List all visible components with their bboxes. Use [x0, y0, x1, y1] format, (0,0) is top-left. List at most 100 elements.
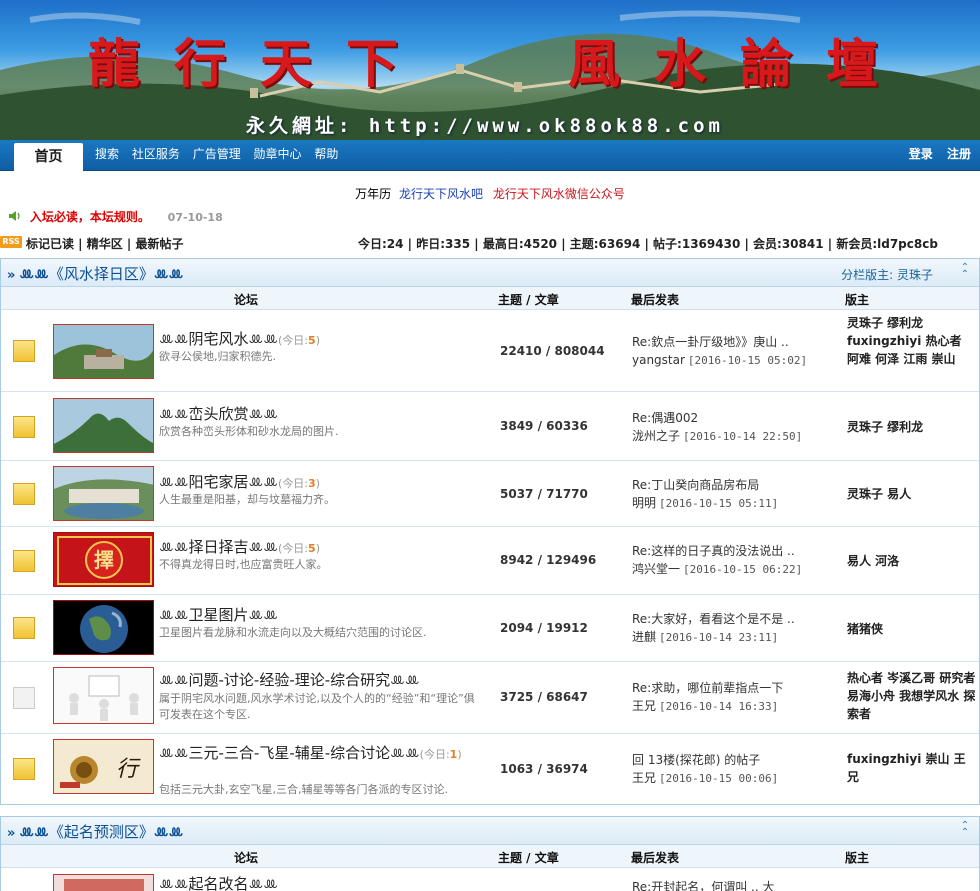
section-moderator: 分栏版主: 灵珠子	[841, 266, 933, 283]
decor-icon: ꔛꔛ	[390, 744, 420, 762]
decor-icon: ꔛꔛ	[248, 606, 279, 624]
forum-row[interactable]: ꔛꔛ阳宅家居ꔛꔛ(今日:3) 人生最重是阳基，却与坟墓福力齐。 5037 / 7…	[1, 461, 979, 527]
section-title-text[interactable]: 《起名预测区》	[49, 823, 154, 841]
last-post-user[interactable]: 泷州之子	[632, 429, 680, 443]
forum-row[interactable]: 擇 ꔛꔛ择日择吉ꔛꔛ(今日:5) 不得真龙得日时,也应富贵旺人家。 8942 /…	[1, 527, 979, 595]
last-post-user[interactable]: 王兄	[632, 771, 656, 785]
forum-name[interactable]: 起名改名	[189, 875, 249, 891]
login-link[interactable]: 登录	[909, 147, 933, 161]
register-link[interactable]: 注册	[947, 147, 971, 161]
forum-counts: 1063 / 36974	[500, 762, 588, 776]
forum-thumbnail[interactable]	[53, 600, 154, 655]
decor-icon: ꔛꔛ	[248, 538, 279, 556]
nav-search-link[interactable]: 搜索	[95, 147, 119, 161]
forum-description: 欣赏各种峦头形体和砂水龙局的图片.	[159, 425, 339, 438]
forum-row[interactable]: ꔛꔛ问题-讨论-经验-理论-综合研究ꔛꔛ 属于阴宅风水问题,风水学术讨论,以及个…	[1, 662, 979, 734]
section-title[interactable]: » ꔛꔛ《风水择日区》ꔛꔛ	[7, 263, 183, 284]
moderator-link[interactable]: 灵珠子	[897, 268, 933, 282]
forum-title[interactable]: ꔛꔛ三元-三合-飞星-辅星-综合讨论ꔛꔛ(今日:1)	[159, 742, 479, 763]
decor-icon: ꔛꔛ	[248, 330, 279, 348]
forum-thumbnail[interactable]	[53, 324, 154, 379]
forum-name[interactable]: 问题-讨论-经验-理论-综合研究	[189, 671, 391, 689]
calendar-link[interactable]: 万年历	[355, 187, 391, 201]
col-counts: 主题 / 文章	[498, 293, 559, 307]
rss-icon[interactable]: RSS	[0, 236, 22, 248]
last-post-title[interactable]: Re:偶遇002	[632, 409, 802, 427]
forum-row[interactable]: ꔛꔛ阴宅风水ꔛꔛ(今日:5) 欲寻公侯地,归家积德先. 22410 / 8080…	[1, 310, 979, 392]
forum-name[interactable]: 峦头欣赏	[189, 405, 249, 423]
nav-help-link[interactable]: 帮助	[314, 147, 338, 161]
svg-text:擇: 擇	[94, 548, 114, 572]
collapse-icon[interactable]: ⌃ ⌃	[959, 263, 971, 280]
last-post-user[interactable]: 明明	[632, 496, 656, 510]
nav-community-link[interactable]: 社区服务	[132, 147, 180, 161]
decor-icon: ꔛꔛ	[248, 473, 279, 491]
last-post-title[interactable]: Re:大家好，看看这个是不是 ..	[632, 610, 795, 628]
forum-thumbnail[interactable]	[53, 874, 154, 891]
collapse-icon[interactable]: ⌃ ⌃	[959, 821, 971, 838]
section-title[interactable]: » ꔛꔛ《起名预测区》ꔛꔛ	[7, 821, 183, 842]
forum-moderators[interactable]: 易人 河洛	[847, 552, 977, 570]
last-post-user[interactable]: yangstar	[632, 353, 685, 367]
today-label: 今日:	[423, 748, 450, 761]
quick-links[interactable]: 标记已读 | 精华区 | 最新帖子	[26, 235, 183, 252]
forum-title[interactable]: ꔛꔛ阳宅家居ꔛꔛ(今日:3)	[159, 471, 320, 492]
speaker-icon	[9, 211, 20, 221]
last-post-user[interactable]: 鸿兴堂一	[632, 562, 680, 576]
forum-name[interactable]: 阳宅家居	[189, 473, 249, 491]
forum-moderators[interactable]: 灵珠子 缪利龙	[847, 418, 977, 436]
last-post-user[interactable]: 王兄	[632, 699, 656, 713]
forum-row[interactable]: ꔛꔛ峦头欣赏ꔛꔛ 欣赏各种峦头形体和砂水龙局的图片. 3849 / 60336 …	[1, 392, 979, 461]
last-post-time: [2016-10-15 05:11]	[659, 497, 779, 510]
forum-thumbnail[interactable]	[53, 398, 154, 453]
forum-title[interactable]: ꔛꔛ峦头欣赏ꔛꔛ	[159, 403, 278, 424]
header-banner: 龍行天下 風水論壇 永久網址: http://www.ok88ok88.com	[0, 0, 980, 140]
forum-name[interactable]: 三元-三合-飞星-辅星-综合讨论	[189, 744, 391, 762]
forum-row[interactable]: ꔛꔛ起名改名ꔛꔛ Re:开封起名，何谓叫 .. 大	[1, 868, 979, 891]
forum-title[interactable]: ꔛꔛ卫星图片ꔛꔛ	[159, 604, 278, 625]
nav-medals-link[interactable]: 勋章中心	[254, 147, 302, 161]
forum-moderators[interactable]: 热心者 岑溪乙哥 研究者 易海小舟 我想学风水 探索者	[847, 669, 977, 723]
last-post-title[interactable]: 回 13楼(探花郎) 的帖子	[632, 751, 778, 769]
forum-thumbnail[interactable]	[53, 466, 154, 521]
decor-icon: ꔛꔛ	[159, 330, 189, 348]
forum-moderators[interactable]: 猪猪侠	[847, 620, 977, 638]
forum-moderators[interactable]: 灵珠子 易人	[847, 485, 977, 503]
forum-thumbnail[interactable]: 行	[53, 739, 154, 794]
last-post: Re:这样的日子真的没法说出 .. 鸿兴堂一 [2016-10-15 06:22]	[632, 542, 802, 579]
forum-title[interactable]: ꔛꔛ阴宅风水ꔛꔛ(今日:5)	[159, 328, 320, 349]
nav-home-tab[interactable]: 首页	[14, 143, 83, 171]
forum-description: 卫星图片看龙脉和水流走向以及大概结穴范围的讨论区.	[159, 626, 427, 639]
forum-moderators[interactable]: 灵珠子 缪利龙 fuxingzhiyi 热心者 阿难 何泽 江雨 崇山	[847, 314, 977, 368]
forum-thumbnail[interactable]	[53, 667, 154, 724]
section-title-text[interactable]: 《风水择日区》	[49, 265, 154, 283]
nav-ads-link[interactable]: 广告管理	[193, 147, 241, 161]
forum-title[interactable]: ꔛꔛ问题-讨论-经验-理论-综合研究ꔛꔛ	[159, 669, 420, 690]
forum-thumbnail[interactable]: 擇	[53, 532, 154, 587]
forum-row[interactable]: 行 ꔛꔛ三元-三合-飞星-辅星-综合讨论ꔛꔛ(今日:1) 包括三元大卦,玄空飞星…	[1, 734, 979, 805]
forum-moderators[interactable]: fuxingzhiyi 崇山 王兄	[847, 750, 977, 786]
tieba-link[interactable]: 龙行天下风水吧	[399, 187, 483, 201]
decor-icon: ꔛꔛ	[390, 671, 420, 689]
forum-title[interactable]: ꔛꔛ起名改名ꔛꔛ	[159, 873, 278, 891]
forum-counts: 3725 / 68647	[500, 690, 588, 704]
today-value: 5	[308, 334, 316, 347]
section-header: » ꔛꔛ《风水择日区》ꔛꔛ 分栏版主: 灵珠子 ⌃ ⌃	[1, 259, 979, 287]
last-post-title[interactable]: Re:这样的日子真的没法说出 ..	[632, 542, 802, 560]
banner-url: 永久網址: http://www.ok88ok88.com	[246, 115, 724, 137]
last-post-title[interactable]: Re:欽点一卦厅级地》》庚山 ..	[632, 333, 807, 351]
forum-title[interactable]: ꔛꔛ择日择吉ꔛꔛ(今日:5)	[159, 536, 320, 557]
today-value: 1	[449, 748, 458, 761]
forum-name[interactable]: 卫星图片	[189, 606, 249, 624]
announcement-link[interactable]: 入坛必读，本坛规则。	[30, 210, 150, 224]
forum-name[interactable]: 阴宅风水	[189, 330, 249, 348]
last-post: Re:大家好，看看这个是不是 .. 进麒 [2016-10-14 23:11]	[632, 610, 795, 647]
last-post-user[interactable]: 进麒	[632, 630, 656, 644]
forum-name[interactable]: 择日择吉	[189, 538, 249, 556]
last-post-title[interactable]: Re:丁山癸向商品房布局	[632, 476, 778, 494]
wechat-link[interactable]: 龙行天下风水微信公众号	[493, 187, 625, 201]
forum-counts: 3849 / 60336	[500, 419, 588, 433]
forum-row[interactable]: ꔛꔛ卫星图片ꔛꔛ 卫星图片看龙脉和水流走向以及大概结穴范围的讨论区. 2094 …	[1, 595, 979, 662]
last-post-title[interactable]: Re:开封起名，何谓叫 .. 大	[632, 878, 774, 891]
last-post-title[interactable]: Re:求助，哪位前辈指点一下	[632, 679, 783, 697]
